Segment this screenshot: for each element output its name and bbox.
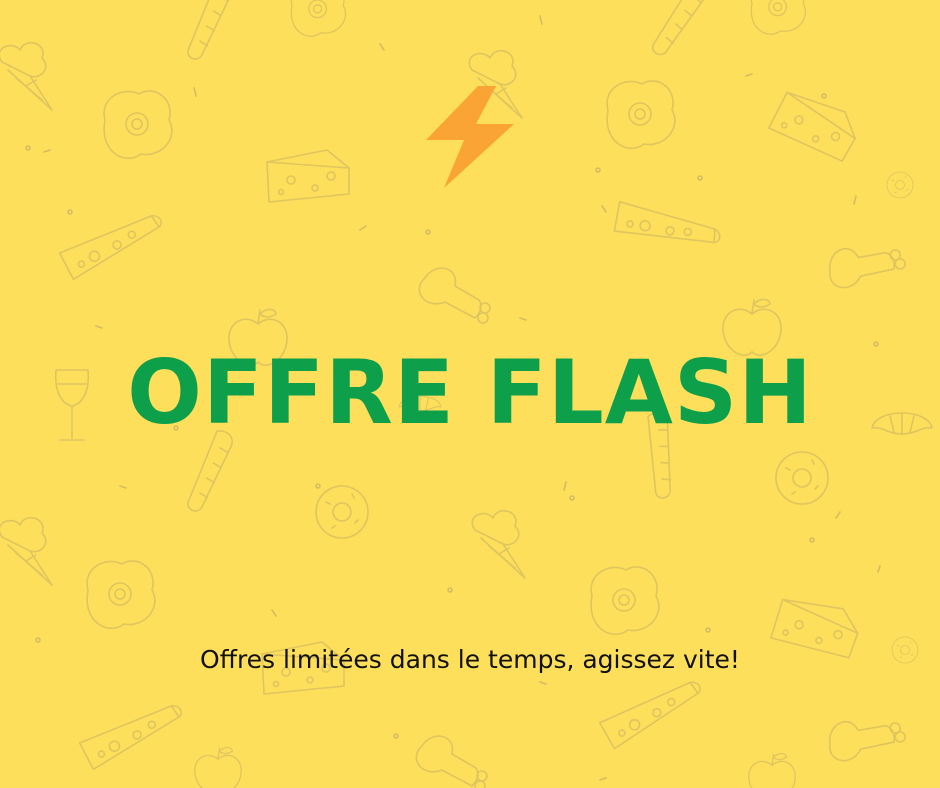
flash-offer-banner: OFFRE FLASH Offres limitées dans le temp… bbox=[0, 0, 940, 788]
headline: OFFRE FLASH bbox=[127, 341, 813, 444]
lightning-bolt-icon bbox=[426, 86, 514, 188]
subtitle: Offres limitées dans le temps, agissez v… bbox=[200, 645, 740, 674]
